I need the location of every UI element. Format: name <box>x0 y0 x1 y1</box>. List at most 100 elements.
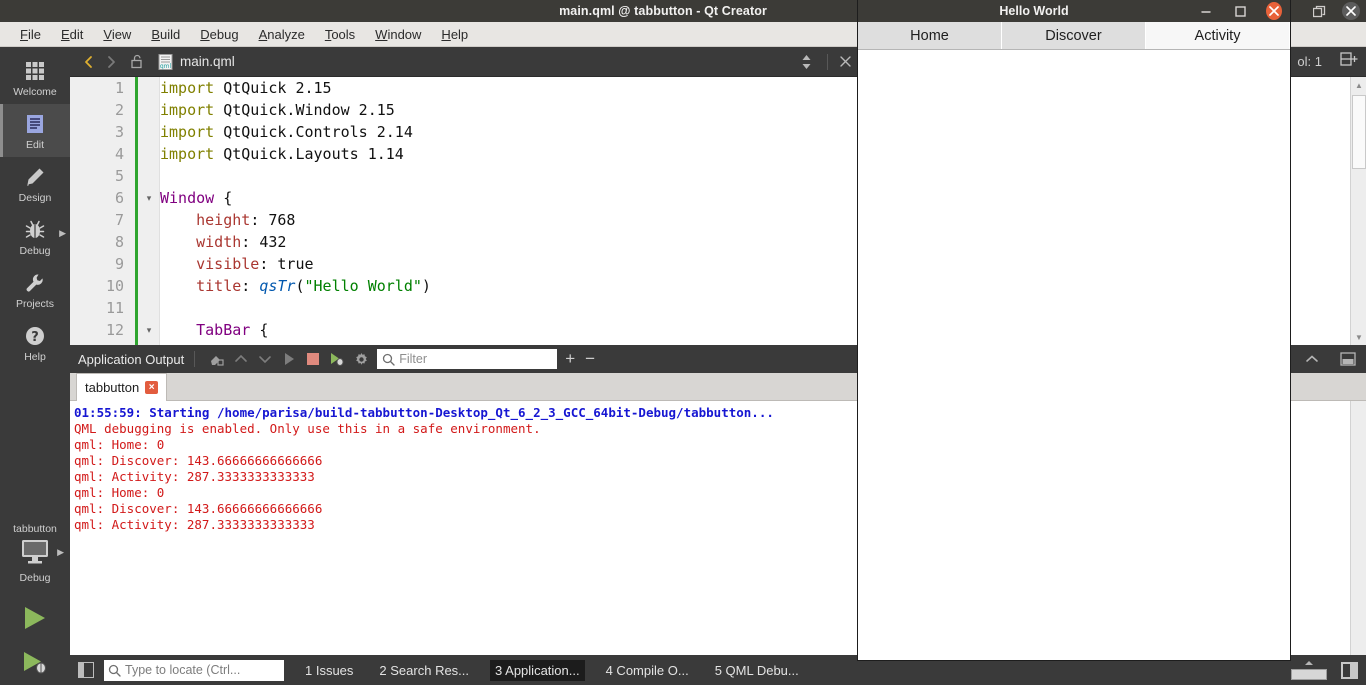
minimize-icon[interactable] <box>1198 3 1214 19</box>
code-token: TabBar <box>160 321 251 339</box>
app-tab-discover[interactable]: Discover <box>1002 22 1146 49</box>
clear-output-icon[interactable] <box>205 348 229 370</box>
unlocked-padlock-icon[interactable] <box>126 51 148 73</box>
app-close-button[interactable] <box>1266 2 1282 20</box>
code-token: : <box>241 277 260 295</box>
code-token: { <box>250 321 269 339</box>
code-token: "Hello World" <box>304 277 422 295</box>
sidebar-item-help[interactable]: ? Help <box>0 316 70 369</box>
progress-details-icon[interactable] <box>1291 660 1327 680</box>
chevron-right-icon[interactable]: ▶ <box>59 228 66 239</box>
app-tabbar: Home Discover Activity <box>858 22 1290 50</box>
code-token: 432 <box>259 233 287 251</box>
menu-edit[interactable]: Edit <box>51 25 93 44</box>
menu-build[interactable]: Build <box>141 25 190 44</box>
menu-debug[interactable]: Debug <box>190 25 248 44</box>
document-lines-icon <box>24 111 46 137</box>
menu-window[interactable]: Window <box>365 25 431 44</box>
sidebar-toggle-icon[interactable] <box>78 662 94 678</box>
restore-icon[interactable] <box>1310 2 1328 20</box>
forward-arrow-icon[interactable] <box>100 51 122 73</box>
code-token: import <box>160 101 215 119</box>
sidebar-item-projects[interactable]: Projects <box>0 263 70 316</box>
fold-markers[interactable]: ▾ ▾ <box>138 77 160 341</box>
output-panel-icon[interactable] <box>1341 661 1358 679</box>
app-window-controls <box>1198 0 1282 22</box>
statusbar-item-compile-output[interactable]: 4 Compile O... <box>601 660 694 681</box>
debug-rerun-icon[interactable] <box>325 348 349 370</box>
code-token: : <box>250 211 269 229</box>
statusbar-item-issues[interactable]: 1 Issues <box>300 660 358 681</box>
line-numbers: 1 2 3 4 5 6 7 8 9 10 11 12 <box>70 77 135 341</box>
menu-view[interactable]: View <box>93 25 141 44</box>
statusbar-right-controls <box>1291 660 1358 680</box>
line-number: 5 <box>114 167 124 185</box>
output-tab-tabbutton[interactable]: tabbutton × <box>76 373 168 401</box>
settings-gear-icon[interactable] <box>349 348 373 370</box>
stop-icon[interactable] <box>301 348 325 370</box>
close-icon[interactable]: × <box>145 381 159 394</box>
close-panel-icon[interactable] <box>1336 348 1360 370</box>
question-mark-icon: ? <box>24 323 46 349</box>
chevron-up-icon[interactable] <box>1300 348 1324 370</box>
line-number: 8 <box>114 233 124 251</box>
menu-tools[interactable]: Tools <box>315 25 365 44</box>
play-icon[interactable] <box>20 605 50 636</box>
scroll-down-arrow-icon[interactable]: ▼ <box>1351 329 1366 345</box>
back-arrow-icon[interactable] <box>78 51 100 73</box>
ide-title: main.qml @ tabbutton - Qt Creator <box>559 4 767 18</box>
line-number: 2 <box>114 101 124 119</box>
sidebar-label-help: Help <box>24 350 46 363</box>
locator-input[interactable]: Type to locate (Ctrl... <box>104 659 284 681</box>
output-filter-box[interactable]: Filter <box>377 349 558 369</box>
grid-icon <box>24 58 46 84</box>
kit-chevron-icon[interactable]: ▶ <box>57 547 64 558</box>
code-token: Window <box>160 189 215 207</box>
sidebar-item-edit[interactable]: Edit <box>0 104 70 157</box>
line-number: 7 <box>114 211 124 229</box>
kit-selector[interactable]: tabbutton ▶ Debug <box>0 523 70 584</box>
menu-analyze[interactable]: Analyze <box>249 25 315 44</box>
scroll-up-arrow-icon[interactable]: ▲ <box>1351 77 1366 93</box>
sidebar-item-welcome[interactable]: Welcome <box>0 51 70 104</box>
editor-file-name[interactable]: main.qml <box>180 54 235 69</box>
rerun-icon[interactable] <box>277 348 301 370</box>
ide-close-button[interactable] <box>1342 2 1360 20</box>
sidebar-item-debug[interactable]: ▶ Debug <box>0 210 70 263</box>
menu-file[interactable]: File <box>10 25 51 44</box>
editor-scrollbar[interactable]: ▲ ▼ <box>1350 77 1366 345</box>
sidebar-label-debug: Debug <box>19 244 51 257</box>
code-token: ( <box>295 277 305 295</box>
line-number: 9 <box>114 255 124 273</box>
close-x-icon[interactable] <box>835 51 857 73</box>
app-titlebar: Hello World <box>858 0 1290 22</box>
code-token: true <box>277 255 314 273</box>
sidebar-item-design[interactable]: Design <box>0 157 70 210</box>
menu-help[interactable]: Help <box>431 25 478 44</box>
app-tab-activity[interactable]: Activity <box>1146 22 1290 49</box>
zoom-in-button[interactable]: + <box>565 349 575 369</box>
search-icon <box>108 664 121 677</box>
zoom-out-button[interactable]: − <box>585 349 595 369</box>
next-item-icon[interactable] <box>253 348 277 370</box>
output-filter-placeholder: Filter <box>399 352 428 366</box>
fold-toggle-icon[interactable]: ▾ <box>138 187 160 209</box>
scrollbar-thumb[interactable] <box>1352 95 1366 169</box>
statusbar-item-qml-debugger[interactable]: 5 QML Debu... <box>710 660 804 681</box>
prev-item-icon[interactable] <box>229 348 253 370</box>
updown-stepper-icon[interactable] <box>796 51 818 73</box>
mode-selector: Welcome Edit Design ▶ Debug Projects ? H… <box>0 47 70 685</box>
statusbar-item-search-results[interactable]: 2 Search Res... <box>374 660 474 681</box>
split-editor-icon[interactable] <box>1340 51 1358 72</box>
statusbar-item-application-output[interactable]: 3 Application... <box>490 659 585 681</box>
fold-toggle-icon[interactable]: ▾ <box>138 319 160 341</box>
code-token: visible <box>160 255 260 273</box>
output-scrollbar[interactable] <box>1350 401 1366 655</box>
app-tab-home[interactable]: Home <box>858 22 1002 49</box>
play-bug-icon[interactable] <box>20 650 50 681</box>
code-token: : <box>259 255 278 273</box>
maximize-icon[interactable] <box>1232 3 1248 19</box>
